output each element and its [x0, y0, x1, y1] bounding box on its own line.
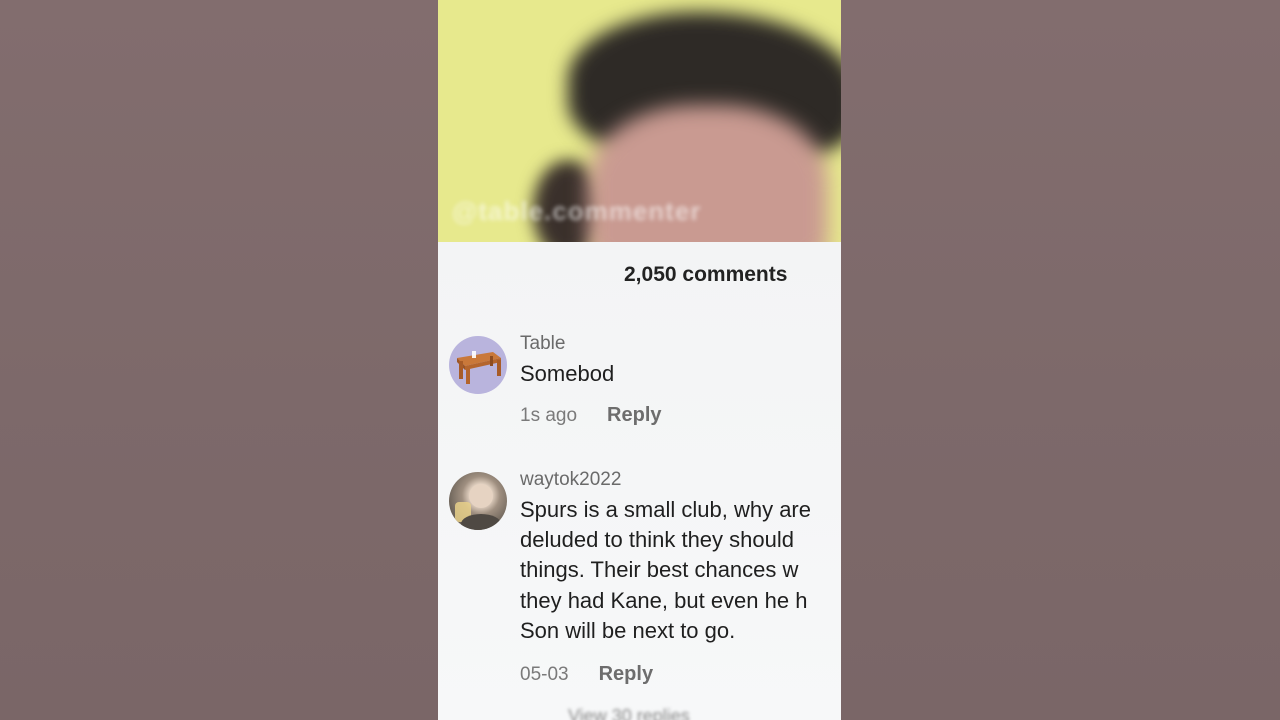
comment-text-line: things. Their best chances w — [520, 557, 799, 582]
comment-username[interactable]: Table — [520, 333, 565, 355]
avatar[interactable] — [449, 472, 507, 530]
comment-meta: 05-03 Reply — [520, 663, 653, 686]
comment-username[interactable]: waytok2022 — [520, 469, 621, 491]
reply-button[interactable]: Reply — [607, 404, 661, 427]
comment-text-line: they had Kane, but even he h — [520, 588, 808, 613]
blurred-background-left — [0, 0, 438, 720]
comment-text-line: deluded to think they should — [520, 527, 794, 552]
blurred-background-right — [841, 0, 1280, 720]
table-icon — [457, 351, 501, 384]
phone-screen: @table.commenter 2,050 comments Table So… — [438, 0, 841, 720]
comment-timestamp: 1s ago — [520, 405, 578, 426]
avatar[interactable] — [449, 336, 507, 394]
comments-count: 2,050 comments — [624, 263, 788, 286]
comment-timestamp: 05-03 — [520, 664, 569, 685]
comment-text-line: Son will be next to go. — [520, 618, 736, 643]
comments-sheet: 2,050 comments Table Somebod 1s ago Repl… — [438, 242, 841, 720]
user-photo-icon — [455, 484, 501, 530]
comment-text-line: Spurs is a small club, why are — [520, 497, 811, 522]
video-watermark: @table.commenter — [452, 196, 702, 226]
comment-meta: 1s ago Reply — [520, 404, 662, 427]
video-frame[interactable]: @table.commenter — [438, 0, 841, 242]
comment-text: Somebod — [520, 361, 615, 386]
reply-button[interactable]: Reply — [599, 663, 653, 686]
view-replies-link[interactable]: View 30 replies — [568, 706, 690, 720]
